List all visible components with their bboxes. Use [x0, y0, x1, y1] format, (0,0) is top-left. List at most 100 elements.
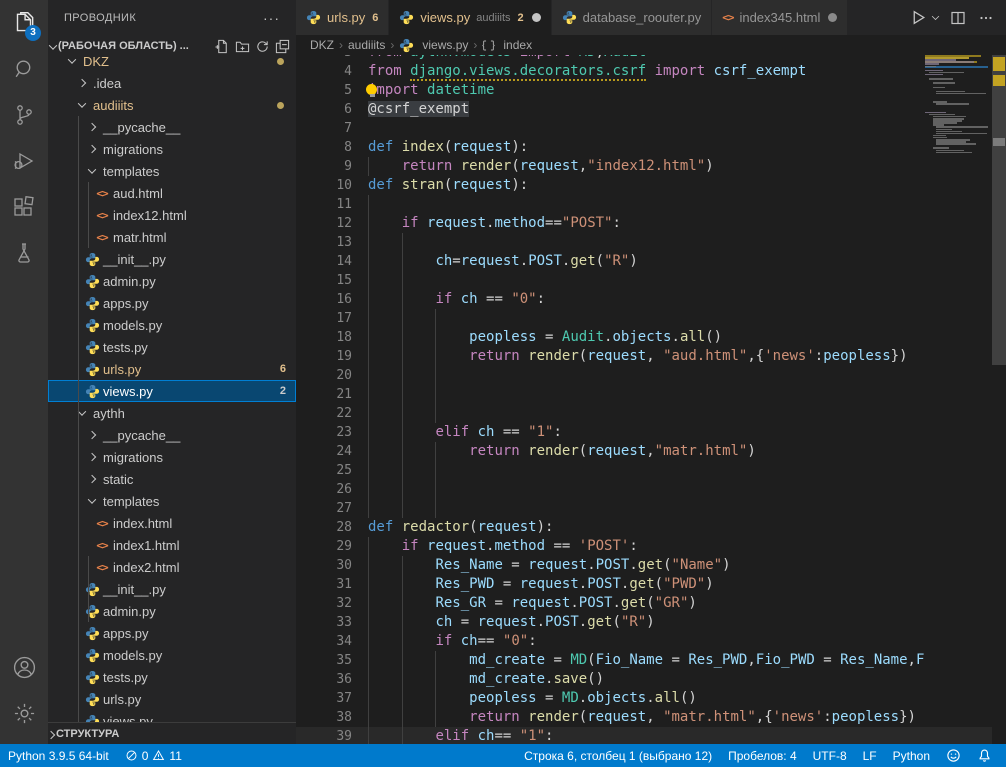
code-line-23[interactable]: 23 elif ch == "1":: [296, 423, 992, 442]
tree-item-urls-py[interactable]: urls.py6: [48, 358, 296, 380]
tree-item-static[interactable]: static: [48, 468, 296, 490]
tree-item-models-py[interactable]: models.py: [48, 644, 296, 666]
code-line-27[interactable]: 27: [296, 499, 992, 518]
code-line-24[interactable]: 24 return render(request,"matr.html"): [296, 442, 992, 461]
tree-item-migrations[interactable]: migrations: [48, 446, 296, 468]
minimap[interactable]: [925, 55, 988, 744]
tree-item-tests-py[interactable]: tests.py: [48, 336, 296, 358]
tree-item-dkz[interactable]: DKZ: [48, 50, 296, 72]
activitybar-run-debug-icon[interactable]: [0, 138, 48, 184]
tree-item-index-html[interactable]: <>index.html: [48, 512, 296, 534]
code-line-39[interactable]: 39 elif ch== "1":: [296, 727, 992, 744]
code-line-26[interactable]: 26: [296, 480, 992, 499]
tree-item-views-py[interactable]: views.py2: [48, 380, 296, 402]
overview-ruler[interactable]: [992, 55, 1006, 744]
code-line-8[interactable]: 8def index(request):: [296, 138, 992, 157]
code-line-33[interactable]: 33 ch = request.POST.get("R"): [296, 613, 992, 632]
tab-database-roouter-py[interactable]: database_roouter.py: [552, 0, 713, 35]
code-line-13[interactable]: 13: [296, 233, 992, 252]
tree-item-admin-py[interactable]: admin.py: [48, 600, 296, 622]
code-line-16[interactable]: 16 if ch == "0":: [296, 290, 992, 309]
code-line-25[interactable]: 25: [296, 461, 992, 480]
tree-item-templates[interactable]: templates: [48, 490, 296, 512]
code-line-29[interactable]: 29 if request.method == 'POST':: [296, 537, 992, 556]
activitybar-explorer-icon[interactable]: 3: [0, 0, 48, 46]
tree-item--pycache-[interactable]: __pycache__: [48, 424, 296, 446]
breadcrumb-views-py[interactable]: views.py: [399, 38, 468, 53]
tree-item--pycache-[interactable]: __pycache__: [48, 116, 296, 138]
run-icon[interactable]: [906, 6, 930, 30]
activitybar-extensions-icon[interactable]: [0, 184, 48, 230]
lightbulb-icon[interactable]: [366, 84, 378, 98]
code-line-32[interactable]: 32 Res_GR = request.POST.get("GR"): [296, 594, 992, 613]
split-editor-icon[interactable]: [946, 6, 970, 30]
tree-item-aythh[interactable]: aythh: [48, 402, 296, 424]
code-line-30[interactable]: 30 Res_Name = request.POST.get("Name"): [296, 556, 992, 575]
tree-item-index2-html[interactable]: <>index2.html: [48, 556, 296, 578]
tree-item-apps-py[interactable]: apps.py: [48, 622, 296, 644]
activitybar-source-control-icon[interactable]: [0, 92, 48, 138]
code-line-14[interactable]: 14 ch=request.POST.get("R"): [296, 252, 992, 271]
code-line-17[interactable]: 17: [296, 309, 992, 328]
tree-item-tests-py[interactable]: tests.py: [48, 666, 296, 688]
tab-urls-py[interactable]: urls.py6: [296, 0, 389, 35]
sidebar-more-icon[interactable]: ···: [263, 10, 280, 26]
code-line-19[interactable]: 19 return render(request, "aud.html",{'n…: [296, 347, 992, 366]
tree-item-urls-py[interactable]: urls.py: [48, 688, 296, 710]
tab-index345-html[interactable]: <>index345.html: [712, 0, 848, 35]
code-line-37[interactable]: 37 peopless = MD.objects.all(): [296, 689, 992, 708]
activitybar-testing-icon[interactable]: [0, 230, 48, 276]
code-line-10[interactable]: 10def stran(request):: [296, 176, 992, 195]
code-line-21[interactable]: 21: [296, 385, 992, 404]
code-line-18[interactable]: 18 peopless = Audit.objects.all(): [296, 328, 992, 347]
code-line-22[interactable]: 22: [296, 404, 992, 423]
python-interpreter-item[interactable]: Python 3.9.5 64-bit: [0, 744, 117, 767]
code-editor[interactable]: 3from aythh.models import MD,Audit4from …: [296, 55, 1006, 744]
statusbar-indentation[interactable]: Пробелов: 4: [720, 744, 805, 767]
code-line-31[interactable]: 31 Res_PWD = request.POST.get("PWD"): [296, 575, 992, 594]
code-line-15[interactable]: 15: [296, 271, 992, 290]
code-line-12[interactable]: 12 if request.method=="POST":: [296, 214, 992, 233]
unsaved-dot-icon[interactable]: [532, 13, 541, 22]
code-line-36[interactable]: 36 md_create.save(): [296, 670, 992, 689]
activitybar-search-icon[interactable]: [0, 46, 48, 92]
tree-item-templates[interactable]: templates: [48, 160, 296, 182]
code-line-9[interactable]: 9 return render(request,"index12.html"): [296, 157, 992, 176]
more-actions-icon[interactable]: [974, 6, 998, 30]
outline-section-header[interactable]: СТРУКТУРА: [48, 722, 296, 744]
statusbar-notifications-bell-icon[interactable]: [969, 744, 1000, 767]
tab-views-py[interactable]: views.pyaudiiits2: [389, 0, 551, 35]
run-dropdown-icon[interactable]: [928, 6, 942, 30]
tree-item-models-py[interactable]: models.py: [48, 314, 296, 336]
unsaved-dot-icon[interactable]: [828, 13, 837, 22]
code-line-3[interactable]: 3from aythh.models import MD,Audit: [296, 55, 992, 62]
breadcrumb-index[interactable]: index: [482, 38, 532, 52]
activitybar-account-icon[interactable]: [0, 644, 48, 690]
tree-item-index12-html[interactable]: <>index12.html: [48, 204, 296, 226]
breadcrumb-audiiits[interactable]: audiiits: [348, 38, 385, 52]
tree-item-index1-html[interactable]: <>index1.html: [48, 534, 296, 556]
tree-item-admin-py[interactable]: admin.py: [48, 270, 296, 292]
breadcrumb-dkz[interactable]: DKZ: [310, 38, 334, 52]
activitybar-settings-icon[interactable]: [0, 690, 48, 736]
problems-item[interactable]: 0 11: [117, 744, 190, 767]
code-line-38[interactable]: 38 return render(request, "matr.html",{'…: [296, 708, 992, 727]
statusbar-language-mode[interactable]: Python: [885, 744, 938, 767]
code-line-28[interactable]: 28def redactor(request):: [296, 518, 992, 537]
tree-item-migrations[interactable]: migrations: [48, 138, 296, 160]
tree-item--init-py[interactable]: __init__.py: [48, 248, 296, 270]
code-line-35[interactable]: 35 md_create = MD(Fio_Name = Res_PWD,Fio…: [296, 651, 992, 670]
statusbar-feedback-icon[interactable]: [938, 744, 969, 767]
code-line-11[interactable]: 11: [296, 195, 992, 214]
tree-item-apps-py[interactable]: apps.py: [48, 292, 296, 314]
tree-item--init-py[interactable]: __init__.py: [48, 578, 296, 600]
code-line-4[interactable]: 4from django.views.decorators.csrf impor…: [296, 62, 992, 81]
code-line-34[interactable]: 34 if ch== "0":: [296, 632, 992, 651]
statusbar-eol[interactable]: LF: [855, 744, 885, 767]
tree-item-views-py[interactable]: views.py: [48, 710, 296, 722]
code-line-5[interactable]: 5import datetime: [296, 81, 992, 100]
code-line-20[interactable]: 20: [296, 366, 992, 385]
tree-item--idea[interactable]: .idea: [48, 72, 296, 94]
statusbar-cursor-position[interactable]: Строка 6, столбец 1 (выбрано 12): [516, 744, 720, 767]
tree-item-matr-html[interactable]: <>matr.html: [48, 226, 296, 248]
